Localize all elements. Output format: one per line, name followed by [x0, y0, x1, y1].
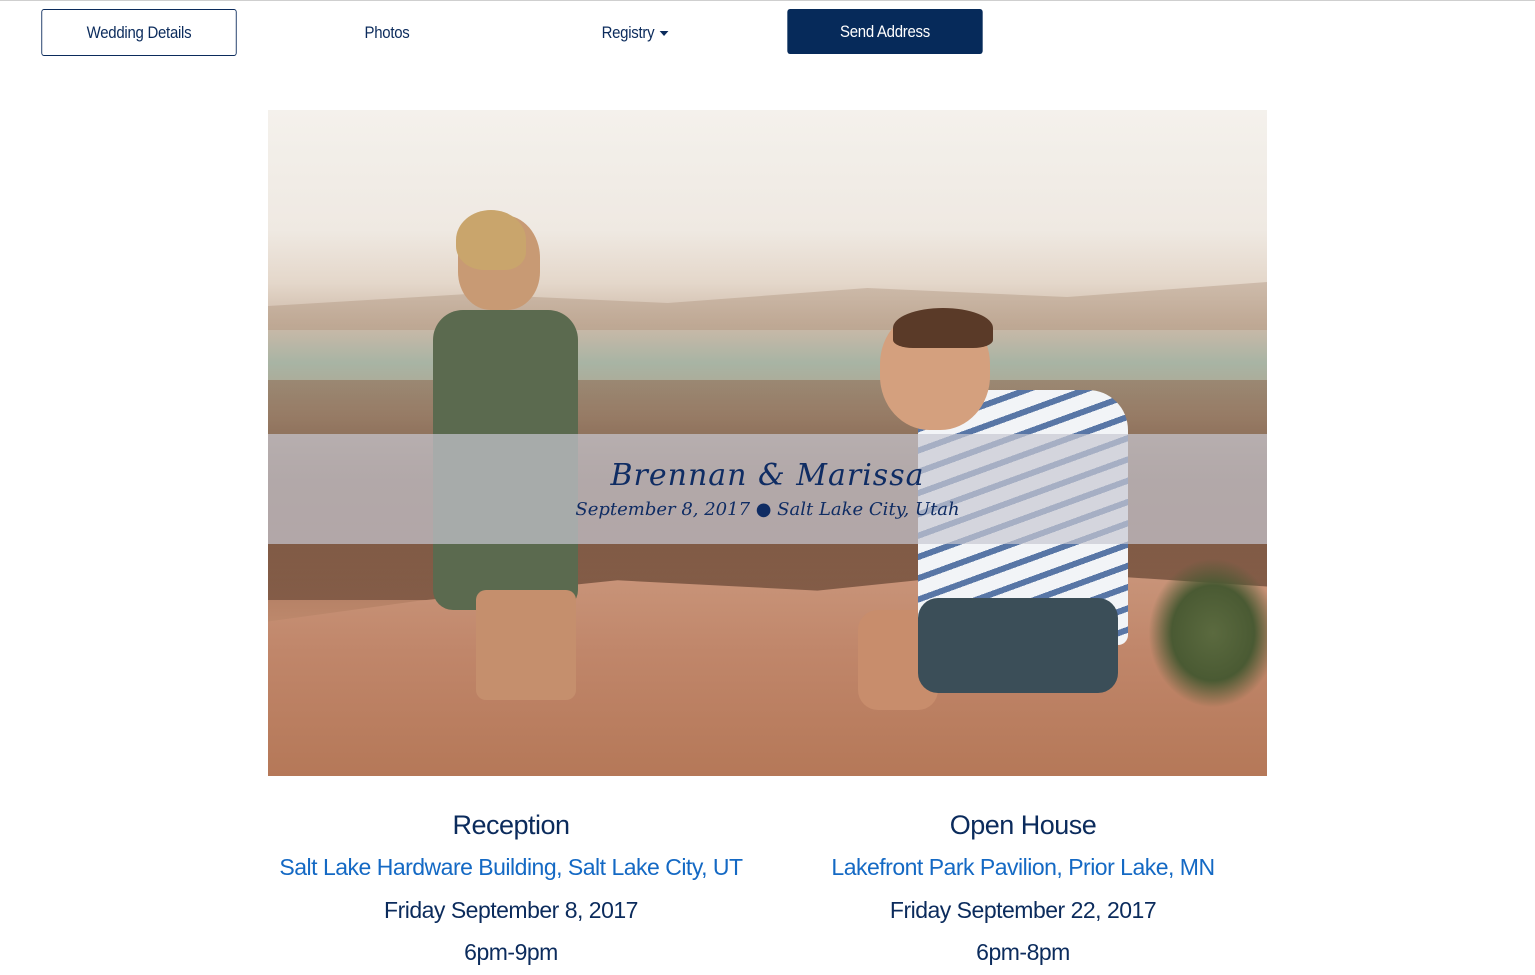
nav-registry-dropdown[interactable]: Registry [537, 9, 732, 56]
nav-photos[interactable]: Photos [289, 9, 484, 56]
send-address-button[interactable]: Send Address [787, 9, 983, 54]
event-reception: Reception Salt Lake Hardware Building, S… [261, 805, 761, 973]
canyon-background [268, 282, 1267, 330]
man-shorts [918, 598, 1118, 693]
hero-banner: Brennan & Marissa September 8, 2017 ● Sa… [268, 434, 1267, 544]
event-date: Friday September 22, 2017 [889, 897, 1157, 923]
nav-photos-label: Photos [364, 22, 410, 42]
event-title: Open House [949, 810, 1097, 840]
bush [1148, 558, 1267, 708]
event-title: Reception [452, 810, 570, 840]
couple-names: Brennan & Marissa [610, 458, 925, 493]
wedding-date-location: September 8, 2017 ● Salt Lake City, Utah [575, 499, 960, 520]
event-location-link[interactable]: Lakefront Park Pavilion, Prior Lake, MN [773, 845, 1273, 889]
hero-photo: Brennan & Marissa September 8, 2017 ● Sa… [268, 110, 1267, 776]
woman-hair [456, 210, 526, 270]
event-location-link[interactable]: Salt Lake Hardware Building, Salt Lake C… [261, 845, 761, 889]
event-date: Friday September 8, 2017 [384, 897, 638, 923]
man-hair [893, 308, 993, 348]
woman-legs [476, 590, 576, 700]
nav-registry-label: Registry [601, 22, 655, 42]
caret-down-icon [659, 31, 669, 36]
send-address-label: Send Address [839, 21, 930, 41]
event-open-house: Open House Lakefront Park Pavilion, Prio… [773, 805, 1273, 973]
nav-wedding-details-label: Wedding Details [86, 22, 192, 42]
nav-wedding-details[interactable]: Wedding Details [41, 9, 237, 56]
event-time: 6pm-8pm [976, 939, 1070, 965]
event-time: 6pm-9pm [464, 939, 558, 965]
